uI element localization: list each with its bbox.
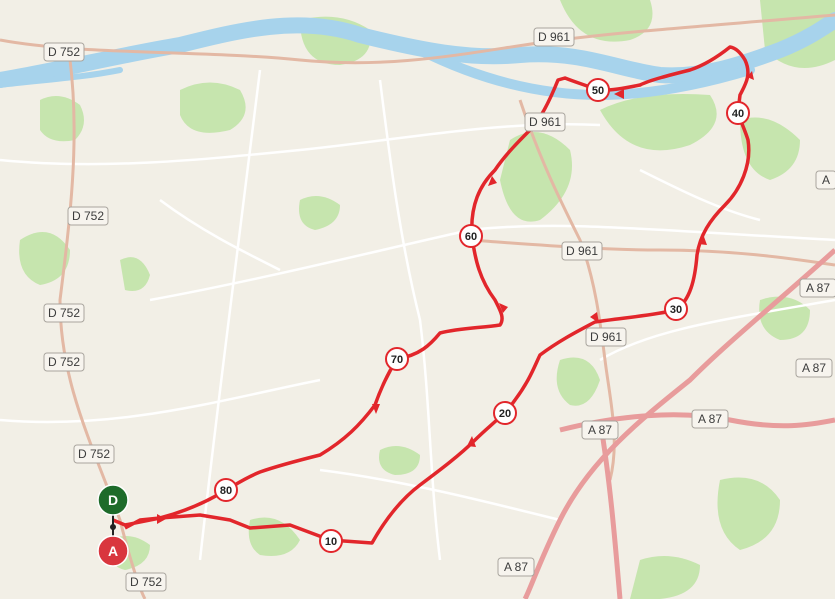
km-marker-30[interactable]: 30 — [664, 297, 688, 321]
road-label-a87-c: A 87 — [691, 409, 729, 429]
road-label-text: D 961 — [529, 115, 561, 129]
km-marker-20[interactable]: 20 — [493, 401, 517, 425]
road-label-text: D 752 — [48, 355, 80, 369]
km-marker-50[interactable]: 50 — [586, 78, 610, 102]
road-label-d752-c: D 752 — [43, 303, 85, 323]
km-marker-label: 80 — [220, 485, 232, 497]
road-label-d752-e: D 752 — [73, 444, 115, 464]
km-marker-10[interactable]: 10 — [319, 529, 343, 553]
road-label-text: A 87 — [806, 281, 830, 295]
road-label-text: A — [822, 173, 830, 187]
road-label-text: D 752 — [78, 447, 110, 461]
road-label-text: A 87 — [802, 361, 826, 375]
road-label-d961-c: D 961 — [561, 241, 603, 261]
road-label-text: D 752 — [72, 209, 104, 223]
road-label-a87-b: A 87 — [795, 358, 833, 378]
road-label-text: D 961 — [538, 30, 570, 44]
km-marker-80[interactable]: 80 — [214, 478, 238, 502]
map-svg: D 752 D 961 D 961 D 752 D 961 D 752 D 752 D 961… — [0, 0, 835, 599]
road-label-a87-d: A 87 — [581, 420, 619, 440]
road-label-text: D 752 — [130, 575, 162, 589]
road-label-d752-d: D 752 — [43, 352, 85, 372]
map-canvas[interactable]: D 752 D 961 D 961 D 752 D 961 D 752 D 752 D 961… — [0, 0, 835, 599]
start-marker-label: D — [108, 492, 118, 508]
road-label-text: A 87 — [588, 423, 612, 437]
road-label-d961-a: D 961 — [533, 27, 575, 47]
road-label-a87-e: A 87 — [497, 557, 535, 577]
km-marker-label: 50 — [592, 85, 604, 97]
km-marker-60[interactable]: 60 — [459, 224, 483, 248]
road-label-text: D 752 — [48, 306, 80, 320]
km-marker-label: 60 — [465, 231, 477, 243]
end-marker[interactable]: A — [97, 535, 129, 567]
road-label-d961-b: D 961 — [524, 112, 566, 132]
route-origin-dot — [110, 524, 116, 530]
road-label-a87-a: A 87 — [799, 278, 835, 298]
km-marker-label: 20 — [499, 408, 511, 420]
km-marker-40[interactable]: 40 — [726, 101, 750, 125]
start-marker[interactable]: D — [97, 484, 129, 516]
end-marker-label: A — [108, 543, 118, 559]
km-marker-label: 30 — [670, 304, 682, 316]
road-label-text: D 961 — [566, 244, 598, 258]
road-label-text: A 87 — [698, 412, 722, 426]
road-label-a-edge: A — [815, 170, 835, 190]
km-marker-label: 70 — [391, 354, 403, 366]
road-label-d961-d: D 961 — [585, 327, 627, 347]
road-label-text: D 961 — [590, 330, 622, 344]
road-label-d752-b: D 752 — [67, 206, 109, 226]
km-marker-label: 40 — [732, 108, 744, 120]
km-marker-label: 10 — [325, 536, 337, 548]
road-label-text: D 752 — [48, 45, 80, 59]
km-marker-70[interactable]: 70 — [385, 347, 409, 371]
road-label-text: A 87 — [504, 560, 528, 574]
road-label-d752-a: D 752 — [43, 42, 85, 62]
road-label-d752-f: D 752 — [125, 572, 167, 592]
